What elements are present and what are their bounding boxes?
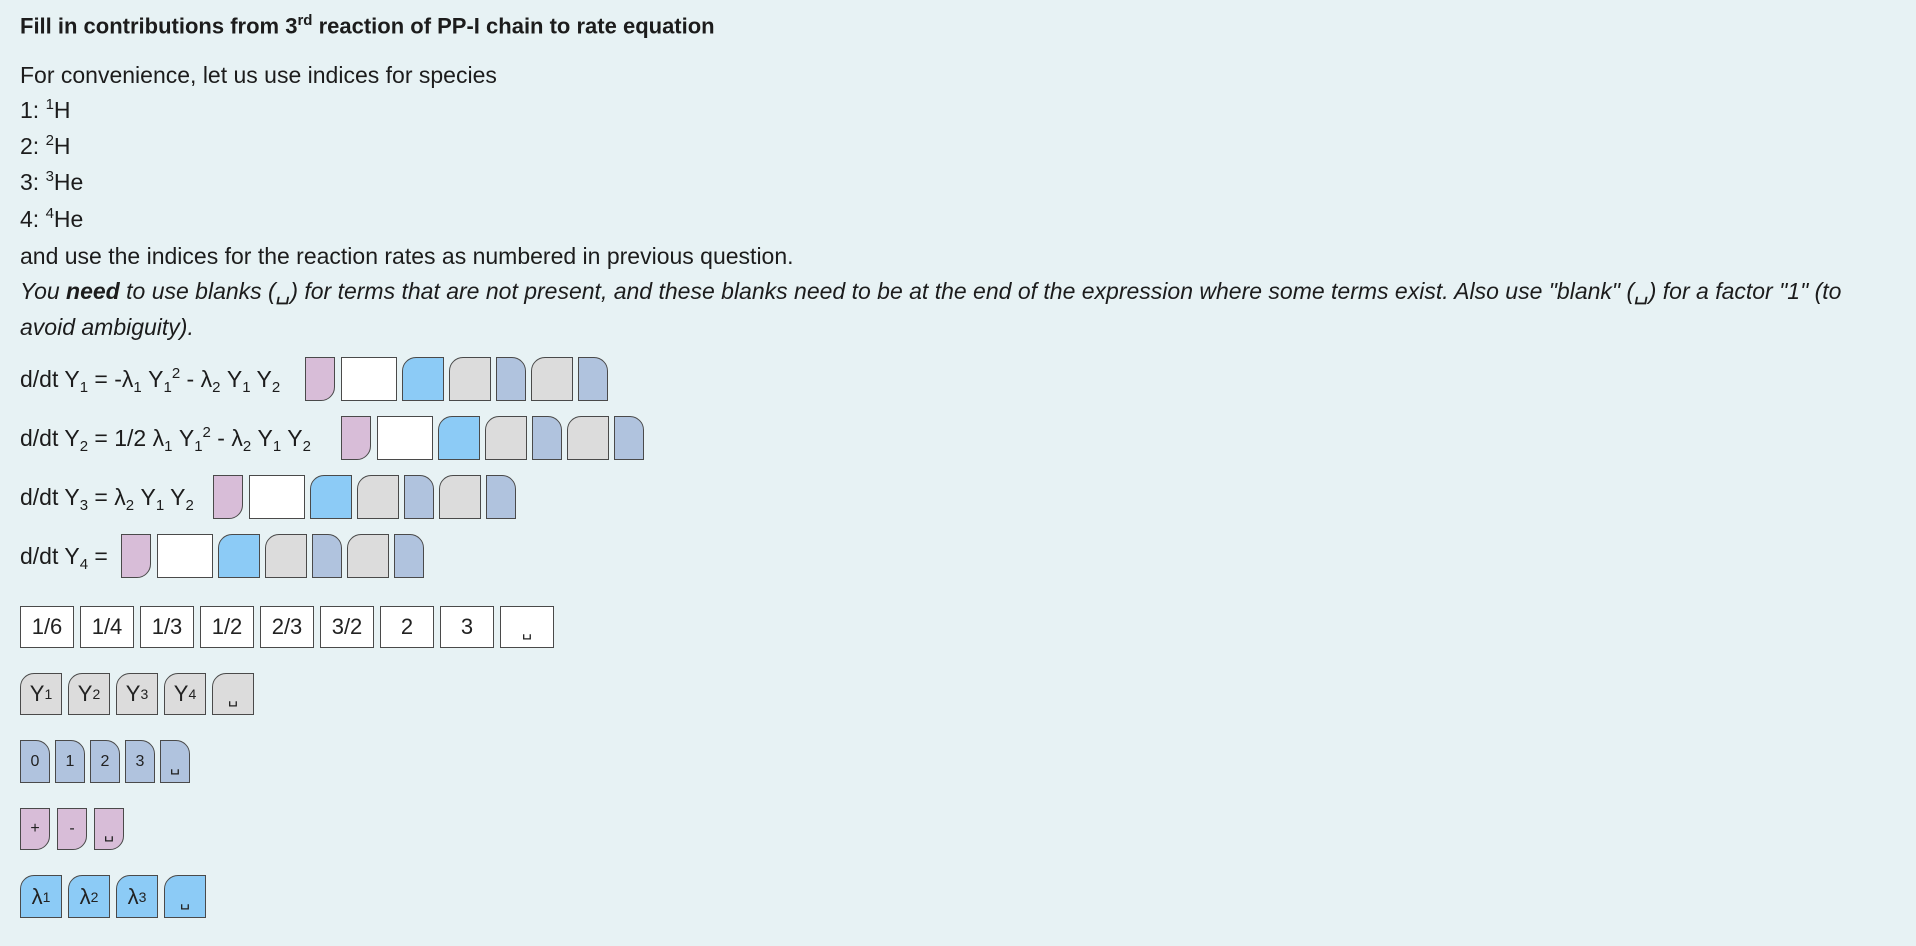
equation-y1-text: d/dt Y1 = -λ1 Y12 - λ2 Y1 Y2 xyxy=(20,365,281,396)
equation-y2-text: d/dt Y2 = 1/2 λ1 Y12 - λ2 Y1 Y2 xyxy=(20,424,311,455)
drop-slot-species[interactable] xyxy=(439,475,481,519)
token-coefficient[interactable]: 1/2 xyxy=(200,606,254,648)
token-coefficient[interactable]: 3 xyxy=(440,606,494,648)
equation-y4-text: d/dt Y4 = xyxy=(20,543,108,573)
token-coefficient[interactable]: 1/6 xyxy=(20,606,74,648)
drop-slot-coefficient[interactable] xyxy=(377,416,433,460)
token-rate-blank[interactable]: ␣ xyxy=(164,875,206,918)
species-2-label: 2: 2H xyxy=(20,132,71,159)
token-exponent[interactable]: 3 xyxy=(125,740,155,783)
drop-slot-exponent[interactable] xyxy=(486,475,516,519)
instruction-text: You need to use blanks (␣) for terms tha… xyxy=(20,278,1842,304)
rates-note: and use the indices for the reaction rat… xyxy=(20,243,794,269)
drop-slot-exponent[interactable] xyxy=(496,357,526,401)
token-exponent[interactable]: 0 xyxy=(20,740,50,783)
intro-text: For convenience, let us use indices for … xyxy=(20,62,497,88)
drop-slot-exponent[interactable] xyxy=(394,534,424,578)
species-4-label: 4: 4He xyxy=(20,205,84,232)
species-3-label: 3: 3He xyxy=(20,168,84,195)
token-coefficient[interactable]: 1/3 xyxy=(140,606,194,648)
token-exponent[interactable]: 1 xyxy=(55,740,85,783)
drop-slot-sign[interactable] xyxy=(121,534,151,578)
species-1-label: 1: 1H xyxy=(20,96,71,123)
token-species[interactable]: Y1 xyxy=(20,673,62,715)
token-coefficient[interactable]: 2/3 xyxy=(260,606,314,648)
drop-slot-species[interactable] xyxy=(485,416,527,460)
drop-slot-species[interactable] xyxy=(347,534,389,578)
token-coefficient-blank[interactable]: ␣ xyxy=(500,606,554,648)
token-rate[interactable]: λ3 xyxy=(116,875,158,918)
drop-slot-sign[interactable] xyxy=(341,416,371,460)
drop-slot-rate[interactable] xyxy=(402,357,444,401)
token-species[interactable]: Y2 xyxy=(68,673,110,715)
drop-slot-exponent[interactable] xyxy=(532,416,562,460)
question-panel: Fill in contributions from 3rd reaction … xyxy=(0,0,1916,946)
token-exponent[interactable]: 2 xyxy=(90,740,120,783)
equation-y3-text: d/dt Y3 = λ2 Y1 Y2 xyxy=(20,484,194,514)
token-coefficient[interactable]: 1/4 xyxy=(80,606,134,648)
drop-slot-coefficient[interactable] xyxy=(157,534,213,578)
drop-slot-rate[interactable] xyxy=(438,416,480,460)
drop-slot-coefficient[interactable] xyxy=(249,475,305,519)
drop-slot-species[interactable] xyxy=(357,475,399,519)
token-exponent-blank[interactable]: ␣ xyxy=(160,740,190,783)
drop-slot-sign[interactable] xyxy=(213,475,243,519)
drop-slot-coefficient[interactable] xyxy=(341,357,397,401)
token-sign-blank[interactable]: ␣ xyxy=(94,808,124,850)
drop-slot-rate[interactable] xyxy=(218,534,260,578)
token-sign-plus[interactable]: + xyxy=(20,808,50,850)
token-sign-minus[interactable]: - xyxy=(57,808,87,850)
drop-slot-species[interactable] xyxy=(567,416,609,460)
drop-slot-species[interactable] xyxy=(449,357,491,401)
instruction-text-line2: avoid ambiguity). xyxy=(20,314,194,340)
drop-slot-exponent[interactable] xyxy=(312,534,342,578)
drop-slot-species[interactable] xyxy=(265,534,307,578)
drop-slot-rate[interactable] xyxy=(310,475,352,519)
token-coefficient[interactable]: 2 xyxy=(380,606,434,648)
drop-slot-exponent[interactable] xyxy=(578,357,608,401)
token-rate[interactable]: λ2 xyxy=(68,875,110,918)
token-species[interactable]: Y4 xyxy=(164,673,206,715)
drop-slot-exponent[interactable] xyxy=(404,475,434,519)
question-title: Fill in contributions from 3rd reaction … xyxy=(20,12,715,39)
token-rate[interactable]: λ1 xyxy=(20,875,62,918)
token-species[interactable]: Y3 xyxy=(116,673,158,715)
token-species-blank[interactable]: ␣ xyxy=(212,673,254,715)
drop-slot-species[interactable] xyxy=(531,357,573,401)
drop-slot-exponent[interactable] xyxy=(614,416,644,460)
token-coefficient[interactable]: 3/2 xyxy=(320,606,374,648)
drop-slot-sign[interactable] xyxy=(305,357,335,401)
